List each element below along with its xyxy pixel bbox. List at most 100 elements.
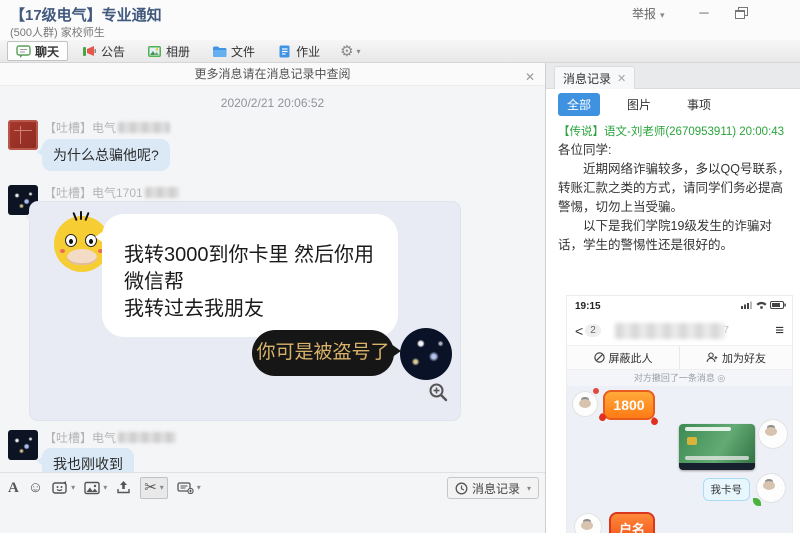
tab-files-label: 文件 bbox=[231, 43, 255, 60]
chili-decoration bbox=[650, 417, 660, 427]
megaphone-icon bbox=[82, 44, 97, 59]
notice-text: 更多消息请在消息记录中查阅 bbox=[194, 67, 350, 81]
scammer-avatar bbox=[575, 514, 601, 533]
group-toolbar: 聊天 公告 相册 文件 作业 ⚙ ▾ bbox=[0, 40, 800, 63]
sticker-1800: 1800 bbox=[603, 390, 655, 420]
input-toolbar: A ☺ ▾ ▾ ✂ ▾ ▾ 消息记录 bbox=[0, 472, 545, 502]
back-arrow-icon[interactable]: < bbox=[575, 323, 583, 339]
phone-chat-area: 1800 我卡号 户名 bbox=[567, 386, 792, 533]
close-icon[interactable]: ✕ bbox=[617, 72, 626, 85]
more-history-notice[interactable]: 更多消息请在消息记录中查阅 ✕ bbox=[0, 63, 545, 86]
tab-chat[interactable]: 聊天 bbox=[7, 41, 68, 61]
leaf-decoration bbox=[753, 498, 761, 506]
add-friend-button[interactable]: 加为好友 bbox=[679, 346, 792, 369]
screenshot-button[interactable]: ✂ ▾ bbox=[140, 477, 168, 499]
chevron-down-icon: ▾ bbox=[103, 483, 107, 492]
tab-announcement[interactable]: 公告 bbox=[74, 41, 133, 61]
chevron-down-icon: ▾ bbox=[197, 483, 201, 492]
phone-clock: 19:15 bbox=[575, 301, 601, 312]
unread-count-badge: 2 bbox=[585, 324, 601, 337]
decoration bbox=[593, 388, 599, 394]
phone-status-bar: 19:15 bbox=[567, 296, 792, 316]
sticker-account-name: 户名 bbox=[609, 512, 655, 533]
chevron-down-icon: ▾ bbox=[527, 484, 531, 493]
censored-name bbox=[145, 187, 179, 198]
fireworks-avatar bbox=[400, 328, 452, 380]
censored-name bbox=[118, 432, 176, 443]
restore-button[interactable] bbox=[726, 2, 754, 24]
history-tab[interactable]: 消息记录 ✕ bbox=[554, 66, 635, 89]
chat-region: 更多消息请在消息记录中查阅 ✕ 2020/2/21 20:06:52 【吐槽】电… bbox=[0, 63, 545, 533]
photo-album-icon bbox=[147, 44, 162, 59]
scammer-avatar bbox=[573, 392, 597, 416]
tab-homework[interactable]: 作业 bbox=[269, 41, 328, 61]
wifi-icon bbox=[756, 301, 767, 309]
battery-icon bbox=[770, 301, 786, 309]
image-button[interactable]: ▾ bbox=[84, 477, 107, 499]
add-person-icon bbox=[706, 352, 718, 363]
hamburger-menu-icon[interactable]: ≡ bbox=[775, 322, 784, 339]
report-button[interactable]: 举报▾ bbox=[632, 5, 665, 22]
sender-name: 【吐槽】电气1701 bbox=[44, 184, 179, 201]
tab-files[interactable]: 文件 bbox=[204, 41, 263, 61]
phone-bubble: 我卡号 bbox=[703, 478, 751, 501]
chat-bubble-icon bbox=[16, 44, 31, 59]
sticker-button[interactable]: ▾ bbox=[52, 477, 75, 499]
tab-album-label: 相册 bbox=[166, 43, 190, 60]
censored-name bbox=[118, 122, 170, 133]
settings-menu[interactable]: ⚙ ▾ bbox=[340, 42, 360, 60]
filter-images[interactable]: 图片 bbox=[618, 93, 660, 116]
message-input[interactable] bbox=[0, 503, 545, 533]
scam-screenshot-image[interactable]: 我转3000到你卡里 然后你用微信帮 我转过去我朋友 你可是被盗号了 bbox=[30, 202, 460, 420]
tab-announcement-label: 公告 bbox=[101, 43, 125, 60]
clock-icon bbox=[455, 482, 468, 495]
tab-chat-label: 聊天 bbox=[35, 43, 59, 60]
sender-name: 【吐槽】电气 bbox=[44, 429, 176, 446]
block-icon bbox=[594, 352, 605, 363]
chevron-down-icon: ▾ bbox=[160, 483, 164, 492]
reply-message-bubble: 你可是被盗号了 bbox=[252, 330, 394, 376]
chevron-down-icon: ▾ bbox=[660, 10, 665, 20]
message-list[interactable]: 2020/2/21 20:06:52 【吐槽】电气 为什么总骗他呢? 【吐槽】电… bbox=[0, 86, 545, 472]
message-history-button[interactable]: 消息记录 ▾ bbox=[447, 477, 539, 499]
restore-icon bbox=[735, 10, 745, 19]
student-avatar bbox=[757, 474, 785, 502]
chevron-down-icon: ▾ bbox=[357, 47, 361, 56]
homework-doc-icon bbox=[277, 44, 292, 59]
sender-name: 【吐槽】电气 bbox=[44, 119, 170, 136]
scam-message-bubble: 我转3000到你卡里 然后你用微信帮 我转过去我朋友 bbox=[102, 214, 398, 337]
signal-icon bbox=[741, 301, 753, 309]
filter-items[interactable]: 事项 bbox=[678, 93, 720, 116]
avatar[interactable] bbox=[8, 430, 38, 460]
folder-icon bbox=[212, 44, 227, 59]
tab-homework-label: 作业 bbox=[296, 43, 320, 60]
history-filters: 全部 图片 事项 bbox=[546, 89, 800, 119]
panel-tabstrip: 消息记录 ✕ bbox=[546, 63, 800, 89]
record-body: 各位同学: 近期网络诈骗较多，多以QQ号联系，转账汇款之类的方式，请同学们务必提… bbox=[546, 141, 800, 255]
block-user-button[interactable]: 屏蔽此人 bbox=[567, 346, 679, 369]
record-sender: 【传说】语文-刘老师(2670953911) 20:00:43 bbox=[546, 119, 800, 141]
student-avatar bbox=[759, 420, 787, 448]
avatar[interactable] bbox=[8, 120, 38, 150]
phone-screenshot-image[interactable]: 19:15 < 2 1787 ≡ bbox=[566, 295, 793, 533]
tab-album[interactable]: 相册 bbox=[139, 41, 198, 61]
window-header: 【17级电气】专业通知 (500人群) 家校师生 举报▾ ─ bbox=[0, 0, 800, 40]
upload-file-button[interactable] bbox=[116, 477, 131, 499]
filter-all[interactable]: 全部 bbox=[558, 93, 600, 116]
message-bubble[interactable]: 为什么总骗他呢? bbox=[42, 139, 170, 171]
message-history-panel: 消息记录 ✕ 全部 图片 事项 【传说】语文-刘老师(2670953911) 2… bbox=[545, 63, 800, 533]
group-title: 【17级电气】专业通知 bbox=[10, 4, 162, 25]
group-subtitle: (500人群) 家校师生 bbox=[10, 24, 105, 40]
minimize-button[interactable]: ─ bbox=[690, 2, 718, 24]
magnifier-zoom-icon[interactable] bbox=[428, 382, 448, 402]
font-format-button[interactable]: A bbox=[8, 477, 19, 499]
phone-nav-bar: < 2 1787 ≡ bbox=[567, 316, 792, 346]
bank-card-photo[interactable] bbox=[679, 424, 755, 470]
timestamp: 2020/2/21 20:06:52 bbox=[0, 96, 545, 110]
chevron-down-icon: ▾ bbox=[71, 483, 75, 492]
phone-action-bar: 屏蔽此人 加为好友 bbox=[567, 346, 792, 370]
emoticon-button[interactable]: ☺ bbox=[28, 477, 43, 499]
gear-icon: ⚙ bbox=[340, 42, 353, 60]
shake-window-button[interactable]: ▾ bbox=[177, 477, 201, 499]
history-record[interactable]: 【传说】语文-刘老师(2670953911) 20:00:43 各位同学: 近期… bbox=[546, 119, 800, 533]
